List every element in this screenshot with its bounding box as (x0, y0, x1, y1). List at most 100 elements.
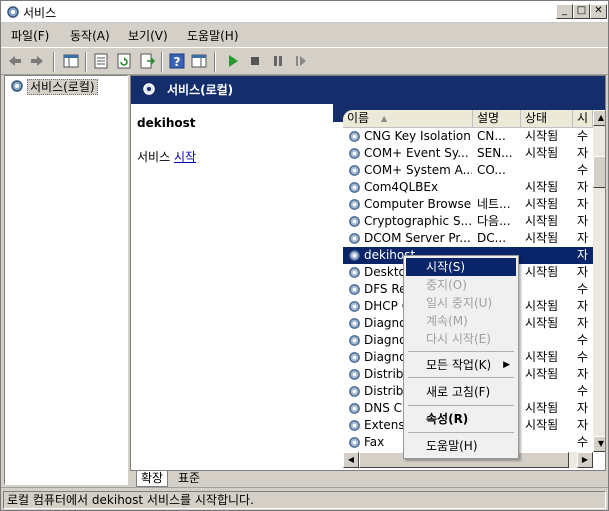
pane-title: 서비스(로컬) (167, 83, 234, 97)
gear-icon (349, 165, 360, 176)
cell-status (525, 434, 573, 451)
table-row[interactable]: CNG Key Isolation CN... 시작됨 수 (343, 128, 593, 145)
cell-startup: 수 (577, 384, 589, 398)
menu-item-properties[interactable]: 속성(R) (406, 410, 516, 428)
sort-ascending-icon: ▲ (381, 114, 388, 123)
toolbar-separator (214, 52, 216, 72)
cell-status: 시작됨 (525, 180, 559, 194)
gear-icon (349, 233, 360, 244)
resume-icon[interactable] (293, 53, 309, 69)
menu-item-all-tasks[interactable]: 모든 작업(K) ▶ (406, 356, 516, 374)
menu-view[interactable]: 보기(V) (128, 27, 168, 44)
console-tree-icon[interactable] (63, 53, 79, 69)
menu-item-restart[interactable]: 다시 시작(E) (406, 330, 516, 348)
cell-startup: 자 (577, 231, 589, 245)
menu-separator (408, 405, 514, 406)
help-icon[interactable]: ? (169, 53, 185, 69)
details-pane: 서비스(로컬) dekihost 서비스 시작 이름 ▲ 설명 상태 시 CNG… (130, 75, 606, 471)
submenu-arrow-icon: ▶ (503, 360, 510, 370)
table-row[interactable]: Cryptographic S... 다음... 시작됨 자 (343, 213, 593, 230)
gear-icon (349, 403, 360, 414)
scroll-left-button[interactable]: ◀ (343, 452, 359, 468)
cell-status (525, 383, 573, 400)
list-header: 이름 ▲ 설명 상태 시 (343, 110, 593, 128)
gear-icon (349, 267, 360, 278)
cell-status: 시작됨 (525, 350, 559, 364)
cell-status: 시작됨 (525, 418, 559, 432)
cell-description: CO... (477, 163, 506, 177)
column-header-startup[interactable]: 시 (573, 110, 593, 128)
cell-startup: 자 (577, 146, 589, 160)
cell-status: 시작됨 (525, 197, 559, 211)
export-list-icon[interactable] (139, 53, 155, 69)
menu-item-resume[interactable]: 계속(M) (406, 312, 516, 330)
cell-status: 시작됨 (525, 265, 559, 279)
menu-item-pause[interactable]: 일시 중지(U) (406, 294, 516, 312)
column-header-status[interactable]: 상태 (521, 110, 573, 128)
properties-sheet-icon[interactable] (93, 53, 109, 69)
menu-item-stop[interactable]: 중지(O) (406, 276, 516, 294)
gear-icon (11, 80, 23, 92)
menu-action[interactable]: 동작(A) (70, 27, 110, 44)
start-service-link[interactable]: 시작 (174, 150, 196, 164)
table-row[interactable]: DCOM Server Pr... DC... 시작됨 자 (343, 230, 593, 247)
menu-item-all-tasks-label: 모든 작업(K) (426, 358, 492, 372)
gear-icon (349, 199, 360, 210)
maximize-button[interactable]: □ (573, 4, 590, 19)
tab-extended[interactable]: 확장 (136, 471, 169, 487)
tab-standard[interactable]: 표준 (174, 471, 204, 487)
table-row[interactable]: Com4QLBEx 시작됨 자 (343, 179, 593, 196)
cell-status: 시작됨 (525, 401, 559, 415)
scroll-right-button[interactable]: ▶ (577, 452, 593, 468)
service-action-prefix: 서비스 (137, 150, 171, 164)
cell-name: DCOM Server Pr... (364, 231, 471, 245)
window-title: 서비스 (23, 6, 57, 20)
cell-startup: 자 (577, 418, 589, 432)
selected-service-name: dekihost (137, 116, 196, 130)
back-arrow-icon[interactable] (7, 53, 23, 69)
close-button[interactable]: ✕ (590, 4, 607, 19)
cell-startup: 자 (577, 401, 589, 415)
tree-item-services-local[interactable]: 서비스(로컬) (9, 78, 98, 95)
cell-startup: 자 (577, 248, 589, 262)
table-row[interactable]: Computer Browser 네트... 시작됨 자 (343, 196, 593, 213)
menu-item-help[interactable]: 도움말(H) (406, 437, 516, 455)
table-row[interactable]: COM+ System A... CO... 수 (343, 162, 593, 179)
status-text: 로컬 컴퓨터에서 dekihost 서비스를 시작합니다. (3, 491, 606, 509)
scroll-thumb[interactable] (593, 156, 605, 188)
column-header-name[interactable]: 이름 ▲ (343, 110, 473, 128)
cell-description: CN... (477, 129, 506, 143)
menu-separator (408, 351, 514, 352)
column-header-description[interactable]: 설명 (473, 110, 521, 128)
cell-status (525, 247, 573, 264)
refresh-icon[interactable] (116, 53, 132, 69)
pause-icon[interactable] (270, 53, 286, 69)
cell-status: 시작됨 (525, 129, 559, 143)
scroll-down-button[interactable]: ▼ (593, 436, 605, 452)
cell-name: Com4QLBEx (364, 180, 439, 194)
gear-icon (349, 352, 360, 363)
forward-arrow-icon[interactable] (29, 53, 45, 69)
cell-status: 시작됨 (525, 367, 559, 381)
cell-status (525, 162, 573, 179)
table-row[interactable]: COM+ Event Sy... SEN... 시작됨 자 (343, 145, 593, 162)
column-header-label: 이름 (347, 111, 370, 125)
play-icon[interactable] (225, 53, 241, 69)
menu-item-refresh[interactable]: 새로 고침(F) (406, 383, 516, 401)
services-window: 서비스 _ □ ✕ 파일(F) 동작(A) 보기(V) 도움말(H) ? 서비스… (0, 0, 609, 511)
vertical-scrollbar[interactable]: ▲ ▼ (593, 110, 605, 452)
menu-bar: 파일(F) 동작(A) 보기(V) 도움말(H) (1, 23, 608, 45)
menu-file[interactable]: 파일(F) (11, 27, 49, 44)
cell-name: Cryptographic S... (364, 214, 472, 228)
cell-status (525, 281, 573, 298)
minimize-button[interactable]: _ (556, 4, 573, 19)
stop-icon[interactable] (247, 53, 263, 69)
scroll-up-button[interactable]: ▲ (593, 110, 605, 126)
menu-item-start[interactable]: 시작(S) (406, 258, 516, 276)
toolbar-separator (53, 52, 55, 72)
gear-icon (349, 131, 360, 142)
show-hide-action-pane-icon[interactable] (191, 53, 207, 69)
cell-status: 시작됨 (525, 316, 559, 330)
menu-help[interactable]: 도움말(H) (187, 27, 239, 44)
tree-item-label: 서비스(로컬) (27, 79, 98, 95)
